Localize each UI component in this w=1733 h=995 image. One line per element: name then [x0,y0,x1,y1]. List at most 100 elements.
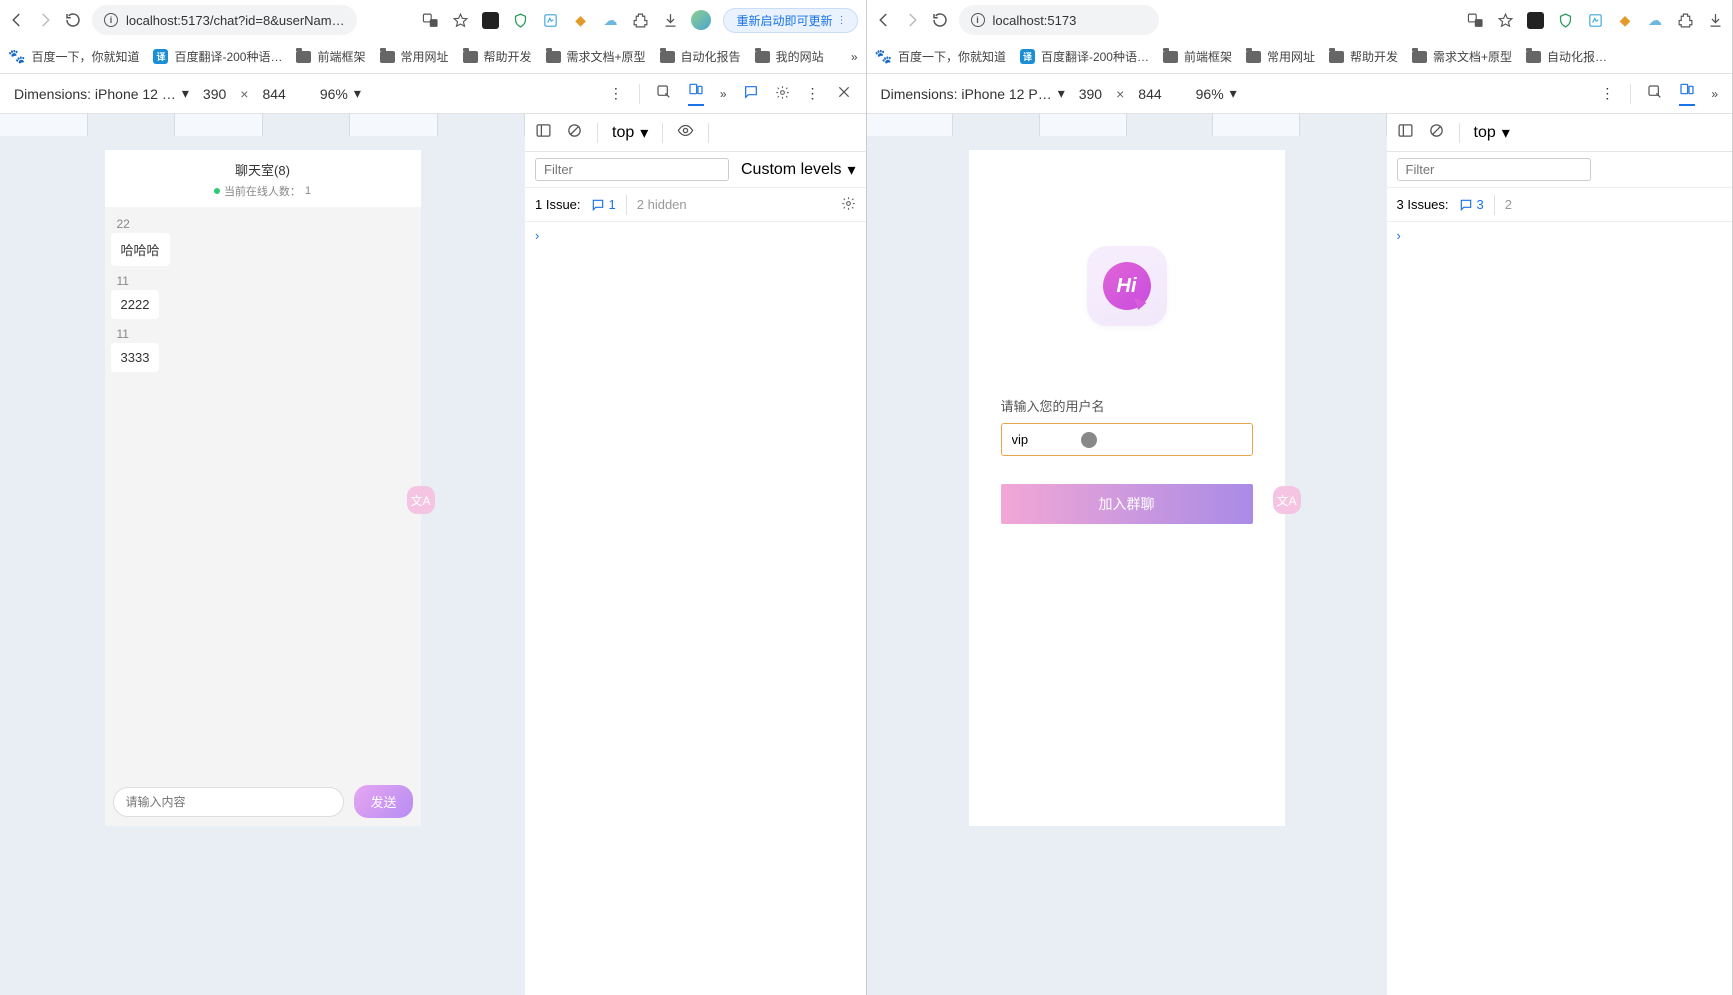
online-label: 当前在线人数： [224,183,301,199]
ext-icon-2[interactable] [541,11,559,29]
zoom-select[interactable]: 96% ▾ [1196,85,1237,102]
bookmark-folder-frontend[interactable]: 前端框架 [1163,48,1232,65]
username-input[interactable] [1001,423,1253,456]
reload-icon[interactable] [931,11,949,29]
devtools-more-tabs-icon[interactable]: » [720,87,727,101]
settings-icon[interactable] [775,85,790,103]
device-select[interactable]: Dimensions: iPhone 12 P… ▾ [881,85,1065,102]
bookmark-folder-frontend[interactable]: 前端框架 [296,48,365,65]
console-settings-icon[interactable] [841,196,856,214]
profile-icon[interactable] [691,10,711,30]
device-height[interactable]: 844 [1138,86,1161,102]
ext-icon[interactable] [1526,11,1544,29]
shield-icon[interactable] [1556,11,1574,29]
hidden-count[interactable]: 2 hidden [637,197,687,212]
browser-window-right: i localhost:5173 ◆ ☁ 🐾百度一下，你就知道 译百度翻译-20… [867,0,1733,995]
bookmark-baidu[interactable]: 🐾百度一下，你就知道 [875,48,1006,65]
context-select[interactable]: top ▾ [612,123,648,143]
bookmarks-bar: 🐾百度一下，你就知道 译百度翻译-200种语… 前端框架 常用网址 帮助开发 需… [0,40,866,74]
bookmark-baidu[interactable]: 🐾百度一下，你就知道 [8,48,139,65]
context-select[interactable]: top ▾ [1474,123,1510,143]
shield-icon[interactable] [511,11,529,29]
device-height[interactable]: 844 [262,86,285,102]
ext-icon-2[interactable] [1586,11,1604,29]
devtools-more-tabs-icon[interactable]: » [1711,87,1718,101]
translate-icon[interactable] [1466,11,1484,29]
zoom-select[interactable]: 96% ▾ [320,85,361,102]
site-info-icon[interactable]: i [104,13,118,27]
console-panel: top ▾ Custom levels ▾ 1 Issue: 1 2 hidde… [525,114,866,995]
filter-input[interactable] [1397,158,1591,181]
close-devtools-icon[interactable] [836,84,852,103]
url-text: localhost:5173/chat?id=8&userNam… [126,13,345,28]
forward-icon[interactable] [36,11,54,29]
translate-float-icon[interactable]: 文A [407,486,435,514]
issues-count[interactable]: 1 [591,197,616,212]
chat-input[interactable] [113,787,345,817]
join-button[interactable]: 加入群聊 [1001,484,1253,524]
device-menu-icon[interactable]: ⋮ [609,85,623,102]
message-text: 2222 [111,290,160,319]
device-width[interactable]: 390 [1079,86,1102,102]
inspect-icon[interactable] [1647,84,1663,103]
bookmark-folder-mine[interactable]: 我的网站 [755,48,824,65]
address-bar[interactable]: i localhost:5173/chat?id=8&userNam… [92,5,357,35]
site-info-icon[interactable]: i [971,13,985,27]
extensions-icon[interactable] [631,11,649,29]
toggle-device-icon[interactable] [1679,81,1695,106]
bookmark-fanyi[interactable]: 译百度翻译-200种语… [153,48,282,65]
bookmark-folder-req[interactable]: 需求文档+原型 [1412,48,1512,65]
ext-icon-3[interactable]: ◆ [1616,11,1634,29]
whatsnew-icon[interactable] [743,84,759,103]
issues-count[interactable]: 3 [1459,197,1484,212]
log-levels-select[interactable]: Custom levels ▾ [741,160,856,180]
ext-icon-4[interactable]: ☁ [1646,11,1664,29]
console-prompt[interactable]: › [525,222,866,249]
extensions-icon[interactable] [1676,11,1694,29]
inspect-icon[interactable] [656,84,672,103]
device-toolbar: Dimensions: iPhone 12 P… ▾ 390 × 844 96%… [867,74,1733,114]
back-icon[interactable] [8,11,26,29]
clear-console-icon[interactable] [566,122,583,144]
device-width[interactable]: 390 [203,86,226,102]
live-expr-icon[interactable] [677,122,694,144]
forward-icon[interactable] [903,11,921,29]
bookmark-star-icon[interactable] [451,11,469,29]
bookmark-folder-req[interactable]: 需求文档+原型 [546,48,646,65]
translate-float-icon[interactable]: 文A [1273,486,1301,514]
bookmark-folder-auto[interactable]: 自动化报… [1526,48,1607,65]
toggle-device-icon[interactable] [688,81,704,106]
address-bar[interactable]: i localhost:5173 [959,5,1159,35]
issues-label: 3 Issues: [1397,197,1449,212]
bookmark-star-icon[interactable] [1496,11,1514,29]
bookmark-folder-helpdev[interactable]: 帮助开发 [463,48,532,65]
bookmark-folder-auto[interactable]: 自动化报告 [660,48,741,65]
devtools-menu-icon[interactable]: ⋮ [806,85,820,102]
toggle-drawer-icon[interactable] [1397,122,1414,144]
download-icon[interactable] [661,11,679,29]
bookmark-folder-common[interactable]: 常用网址 [380,48,449,65]
console-prompt[interactable]: › [1387,222,1733,249]
ext-icon-4[interactable]: ☁ [601,11,619,29]
dimensions-x: × [1116,86,1124,102]
filter-input[interactable] [535,158,729,181]
restart-update-button[interactable]: 重新启动即可更新⋮ [723,8,857,33]
translate-icon[interactable] [421,11,439,29]
send-button[interactable]: 发送 [354,785,412,818]
hidden-count[interactable]: 2 [1505,197,1512,212]
bookmark-fanyi[interactable]: 译百度翻译-200种语… [1020,48,1149,65]
nav-toolbar: i localhost:5173/chat?id=8&userNam… ◆ ☁ … [0,0,866,40]
device-select[interactable]: Dimensions: iPhone 12 … ▾ [14,85,189,102]
ext-icon[interactable] [481,11,499,29]
toggle-drawer-icon[interactable] [535,122,552,144]
device-menu-icon[interactable]: ⋮ [1600,85,1614,102]
clear-console-icon[interactable] [1428,122,1445,144]
bookmarks-overflow-icon[interactable]: » [851,50,858,64]
reload-icon[interactable] [64,11,82,29]
chat-messages[interactable]: 22哈哈哈 112222 113333 [105,207,421,777]
back-icon[interactable] [875,11,893,29]
ext-icon-3[interactable]: ◆ [571,11,589,29]
bookmark-folder-helpdev[interactable]: 帮助开发 [1329,48,1398,65]
bookmark-folder-common[interactable]: 常用网址 [1246,48,1315,65]
download-icon[interactable] [1706,11,1724,29]
